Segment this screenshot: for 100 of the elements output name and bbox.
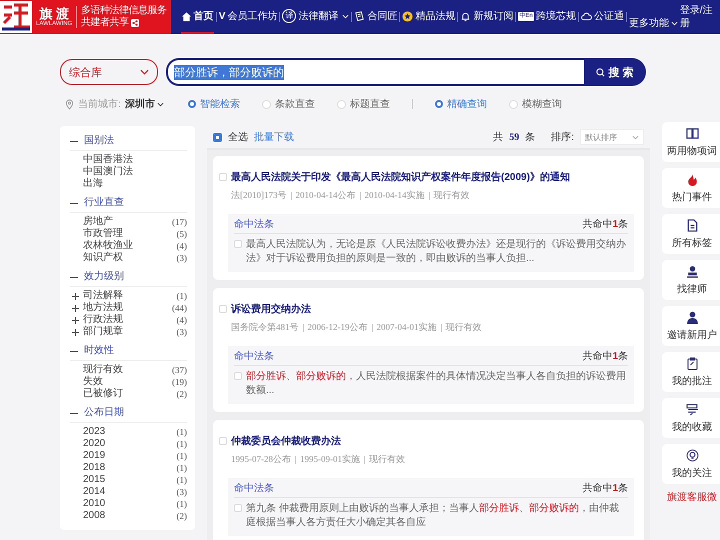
tool-card[interactable]: 找律师 bbox=[662, 260, 720, 300]
tool-card[interactable]: 我的批注 bbox=[662, 352, 720, 392]
filter-option[interactable]: 地方法规 bbox=[83, 302, 172, 314]
result-meta: 现行有效 bbox=[434, 189, 470, 202]
clause-checkbox[interactable] bbox=[234, 240, 242, 248]
clause-checkbox[interactable] bbox=[234, 372, 242, 380]
filter-group-header[interactable]: 时效性 bbox=[70, 342, 187, 361]
expand-icon[interactable] bbox=[72, 292, 79, 300]
home-icon bbox=[180, 10, 192, 22]
filter-count: (1) bbox=[176, 426, 187, 438]
result-meta: 2006-12-19公布 bbox=[308, 321, 368, 334]
hit-count: 共命中1条 bbox=[582, 350, 628, 363]
sort-label: 排序: bbox=[551, 130, 574, 144]
result-checkbox[interactable] bbox=[219, 305, 227, 313]
hit-panel-title: 命中法条 bbox=[234, 350, 274, 363]
result-title-link[interactable]: 最高人民法院关于印发《最高人民法院知识产权案件年度报告(2009)》的通知 bbox=[231, 170, 570, 184]
sort-dropdown[interactable]: 默认排序 bbox=[580, 129, 644, 145]
tool-card[interactable]: 我的收藏 bbox=[662, 398, 720, 438]
filter-count: (3) bbox=[176, 252, 187, 264]
filter-option[interactable]: 部门规章 bbox=[83, 326, 176, 338]
star-badge-icon bbox=[402, 10, 414, 22]
tagline: 共建者共享 bbox=[81, 17, 129, 29]
filter-group-header[interactable]: 公布日期 bbox=[70, 404, 187, 423]
filter-option[interactable]: 2015 bbox=[83, 474, 176, 486]
filter-option[interactable]: 2020 bbox=[83, 438, 176, 450]
search-mode-radio[interactable]: 条款直查 bbox=[262, 97, 315, 111]
result-checkbox[interactable] bbox=[219, 437, 227, 445]
filter-option[interactable]: 失效 bbox=[83, 376, 172, 388]
match-mode-radio[interactable]: 模糊查询 bbox=[508, 97, 562, 111]
filter-count: (3) bbox=[176, 326, 187, 338]
clause-checkbox[interactable] bbox=[234, 504, 242, 512]
filter-option[interactable]: 知识产权 bbox=[83, 252, 176, 264]
search-icon bbox=[596, 68, 606, 76]
filter-option[interactable]: 房地产 bbox=[83, 216, 172, 228]
filter-count: (17) bbox=[172, 216, 187, 228]
login-register-link[interactable]: 登录/注册 bbox=[680, 4, 714, 30]
search-mode-radio[interactable]: 标题直查 bbox=[336, 97, 390, 111]
result-meta: 法[2010]173号 bbox=[231, 189, 286, 202]
more-features-link[interactable]: 更多功能 bbox=[628, 17, 678, 30]
filter-group-header[interactable]: 行业直查 bbox=[70, 194, 187, 213]
nav-link[interactable]: V 会员工作坊 bbox=[218, 0, 278, 34]
tool-card[interactable]: 我的关注 bbox=[662, 444, 720, 484]
tool-card[interactable]: 邀请新用户 bbox=[662, 306, 720, 346]
select-all-checkbox[interactable] bbox=[213, 132, 222, 142]
filter-group-header[interactable]: 效力级别 bbox=[70, 268, 187, 287]
filter-option[interactable]: 2010 bbox=[83, 498, 176, 510]
result-title-link[interactable]: 仲裁委员会仲裁收费办法 bbox=[231, 434, 341, 448]
filter-option[interactable]: 2014 bbox=[83, 486, 176, 498]
filter-count: (1) bbox=[176, 438, 187, 450]
filter-option[interactable]: 农林牧渔业 bbox=[83, 240, 176, 252]
filter-option[interactable]: 现行有效 bbox=[83, 364, 172, 376]
filter-option[interactable]: 已被修订 bbox=[83, 388, 176, 400]
caret-icon bbox=[670, 21, 678, 26]
search-mode-radio[interactable]: 智能检索 bbox=[188, 97, 240, 111]
filter-group-header[interactable]: 国别法 bbox=[70, 132, 187, 151]
result-checkbox[interactable] bbox=[219, 173, 227, 181]
filter-option[interactable]: 2018 bbox=[83, 462, 176, 474]
filter-count: (2) bbox=[176, 510, 187, 522]
expand-icon[interactable] bbox=[72, 316, 79, 324]
expand-icon[interactable] bbox=[72, 328, 79, 336]
nav-link[interactable]: 新规订阅 bbox=[460, 0, 514, 34]
nav-link[interactable]: 公证通 bbox=[580, 0, 624, 34]
filter-option[interactable]: 2023 bbox=[83, 426, 176, 438]
filter-option[interactable]: 中国澳门法 bbox=[83, 166, 187, 178]
filter-option[interactable]: 司法解释 bbox=[83, 290, 176, 302]
result-meta: 现行有效 bbox=[369, 453, 405, 466]
batch-download-link[interactable]: 批量下载 bbox=[254, 130, 294, 144]
total-count-label: 共 bbox=[493, 130, 504, 144]
filter-option[interactable]: 市政管理 bbox=[83, 228, 176, 240]
nav-link[interactable]: 合同匠 bbox=[354, 0, 398, 34]
tool-card[interactable]: 热门事件 bbox=[662, 168, 720, 208]
filter-option[interactable]: 中国香港法 bbox=[83, 154, 187, 166]
filter-option[interactable]: 2008 bbox=[83, 510, 176, 522]
clipboard-icon bbox=[686, 356, 698, 370]
hit-count: 共命中1条 bbox=[582, 218, 628, 231]
filter-count: (2) bbox=[176, 388, 187, 400]
match-mode-radio[interactable]: 精确查询 bbox=[434, 97, 487, 111]
search-field[interactable]: 部分胜诉，部分败诉的 bbox=[166, 58, 584, 86]
caret-icon bbox=[156, 102, 164, 106]
filter-option[interactable]: 出海 bbox=[83, 178, 187, 190]
filter-count: (19) bbox=[172, 376, 187, 388]
filter-count: (1) bbox=[176, 462, 187, 474]
caret-icon bbox=[140, 69, 149, 75]
contract-icon bbox=[354, 10, 366, 22]
expand-icon[interactable] bbox=[72, 304, 79, 312]
filter-option[interactable]: 2019 bbox=[83, 450, 176, 462]
cloud-icon bbox=[580, 10, 592, 22]
tool-card[interactable]: 两用物项词 bbox=[662, 122, 720, 162]
nav-link[interactable]: 精品法规 bbox=[402, 0, 456, 34]
library-dropdown[interactable]: 综合库 bbox=[60, 59, 158, 85]
result-title-link[interactable]: 诉讼费用交纳办法 bbox=[231, 302, 311, 316]
tool-card[interactable]: 所有标签 bbox=[662, 214, 720, 254]
nav-link[interactable]: 译 法律翻译 bbox=[282, 0, 350, 34]
search-button[interactable]: 搜 索 bbox=[584, 58, 646, 86]
nav-link[interactable]: 首页 bbox=[180, 0, 214, 34]
book-icon bbox=[686, 126, 698, 140]
tagline: 多语种法律信息服务 bbox=[81, 5, 167, 16]
filter-option[interactable]: 行政法规 bbox=[83, 314, 176, 326]
city-dropdown[interactable]: 深圳市 bbox=[124, 97, 164, 111]
clause-snippet: 部分胜诉、部分败诉的，人民法院根据案件的具体情况决定当事人各自负担的诉讼费用数额... bbox=[246, 370, 627, 398]
